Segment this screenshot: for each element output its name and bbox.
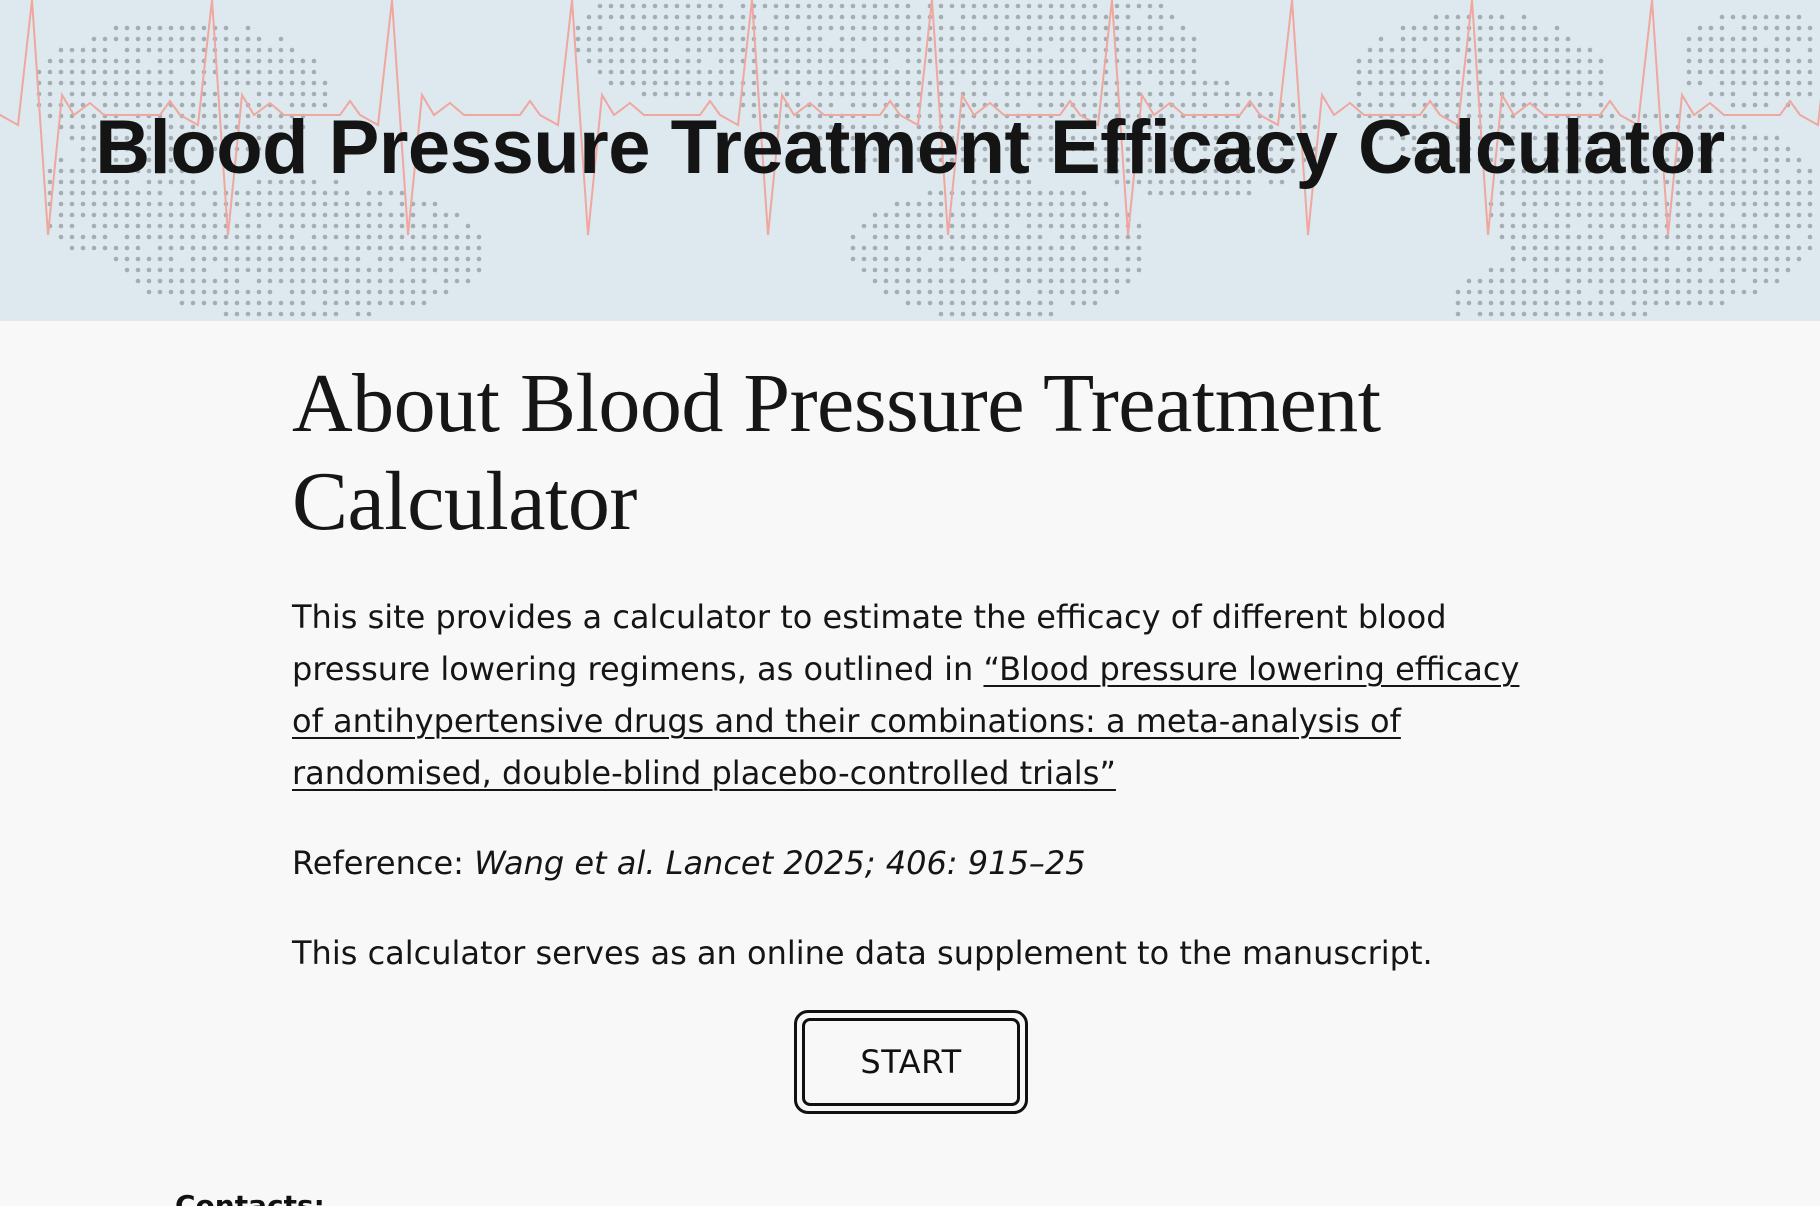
reference-label: Reference: [292, 844, 475, 882]
reference-citation: Wang et al. Lancet 2025; 406: 915–25 [474, 844, 1086, 882]
intro-paragraph: This site provides a calculator to estim… [292, 591, 1522, 799]
reference-paragraph: Reference: Wang et al. Lancet 2025; 406:… [292, 837, 1522, 889]
start-button[interactable]: START [794, 1010, 1028, 1114]
start-button-label: START [802, 1018, 1020, 1106]
header-banner: Blood Pressure Treatment Efficacy Calcul… [0, 0, 1820, 321]
about-heading: About Blood Pressure Treatment Calculato… [292, 357, 1381, 548]
site-title: Blood Pressure Treatment Efficacy Calcul… [95, 105, 1725, 190]
about-section: About Blood Pressure Treatment Calculato… [292, 355, 1522, 979]
contacts-heading: Contacts: [175, 1189, 325, 1206]
supplement-paragraph: This calculator serves as an online data… [292, 934, 1433, 972]
start-button-container: START [794, 1010, 1028, 1114]
